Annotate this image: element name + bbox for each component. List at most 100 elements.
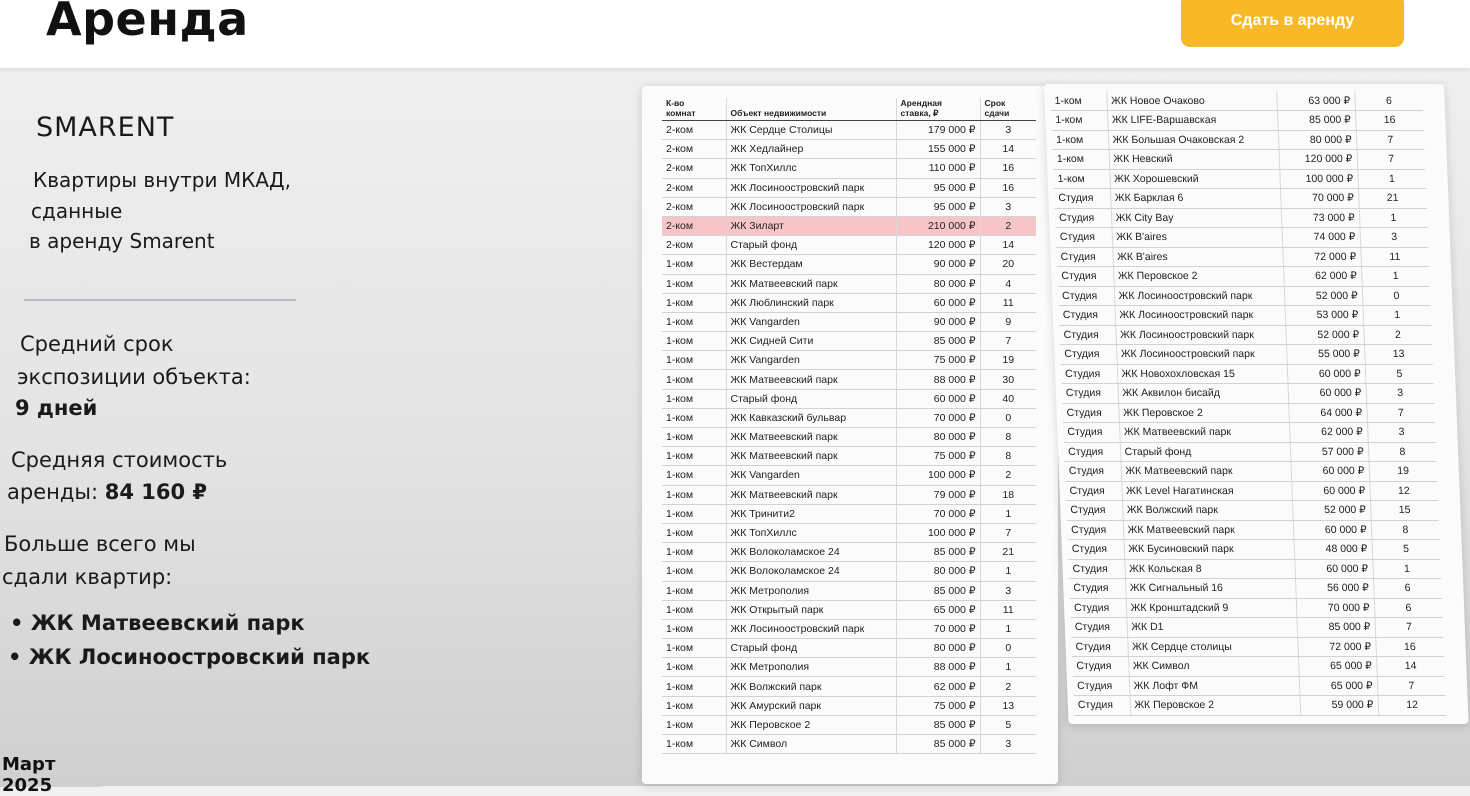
cell-rate: 60 000 ₽ [1286, 364, 1366, 384]
bullet-icon: • [10, 611, 24, 635]
top-complex-item: • ЖК Лосиноостровский парк [8, 645, 371, 669]
table-row: Студия ЖК Сердце столицы 72 000 ₽16 [1071, 637, 1444, 657]
cell-rate: 90 000 ₽ [895, 254, 980, 275]
cell-rooms: Студия [1064, 461, 1122, 481]
cell-rate: 60 000 ₽ [1292, 520, 1372, 540]
cell-rate: 60 000 ₽ [895, 389, 980, 409]
cell-term: 1 [979, 657, 1036, 678]
cell-rate: 85 000 ₽ [895, 542, 980, 563]
cell-term: 21 [979, 542, 1036, 563]
cell-term: 1 [979, 561, 1036, 582]
cell-rate: 56 000 ₽ [1294, 578, 1374, 598]
cell-rate: 70 000 ₽ [1280, 188, 1359, 208]
brand-name: SMARENT [36, 112, 175, 143]
table-header-row: К-во комнат Объект недвижимости Арендная с… [662, 98, 1036, 121]
cell-object: ЖК ТопХиллс [725, 523, 896, 544]
cell-rooms: 1-ком [662, 561, 726, 582]
table-row: 1-ком Старый фонд 80 000 ₽0 [662, 638, 1036, 659]
most-label-2: сдали квартир: [2, 565, 173, 589]
cell-term: 1 [979, 619, 1036, 640]
rent-out-button[interactable]: Сдать в аренду [1181, 0, 1404, 47]
cell-rate: 62 000 ₽ [1289, 422, 1368, 442]
cell-rooms: 2-ком [662, 216, 726, 237]
cell-object: ЖК Лосиноостровский парк [725, 619, 896, 640]
cell-object: ЖК Аквилон бисайд [1117, 383, 1289, 403]
cell-object: ЖК Хедлайнер [725, 139, 896, 160]
cell-rate: 79 000 ₽ [895, 485, 980, 505]
table-row: Студия ЖК City Bay 73 000 ₽1 [1054, 208, 1428, 228]
cell-term: 6 [1373, 598, 1443, 618]
table-row: Студия ЖК Лофт ФМ 65 000 ₽7 [1072, 676, 1446, 696]
cell-object: ЖК Сигнальный 16 [1124, 578, 1296, 598]
cell-rooms: Студия [1070, 617, 1128, 637]
cell-object: ЖК City Bay [1110, 208, 1282, 228]
cell-object: ЖК Бусиновский парк [1123, 539, 1295, 559]
cell-object: ЖК Метрополия [725, 657, 896, 678]
cell-rooms: Студия [1069, 598, 1127, 618]
cell-rooms: 2-ком [662, 197, 726, 217]
cell-term: 3 [1367, 422, 1436, 442]
cell-rooms: Студия [1059, 325, 1117, 345]
table-row: 1-ком ЖК Волоколамское 24 85 000 ₽21 [662, 542, 1036, 563]
table-row: 1-ком ЖК Матвеевский парк 80 000 ₽8 [662, 427, 1036, 448]
cell-rooms: Студия [1066, 500, 1123, 520]
table-row: 1-ком ЖК Амурский парк 75 000 ₽13 [662, 696, 1036, 716]
cell-term: 5 [979, 715, 1036, 736]
table-row: 1-ком ЖК Кавказский бульвар 70 000 ₽0 [662, 408, 1036, 429]
cell-rate: 63 000 ₽ [1276, 91, 1356, 111]
cell-term: 16 [979, 178, 1036, 198]
cell-rate: 70 000 ₽ [895, 619, 980, 640]
rental-table-sheet-1: К-во комнат Объект недвижимости Арендная с… [642, 86, 1058, 784]
cell-object: ЖК LIFE-Варшавская [1107, 110, 1278, 130]
cell-rooms: 2-ком [662, 178, 726, 198]
cell-object: ЖК Кольская 8 [1124, 559, 1295, 579]
cell-rooms: Студия [1072, 676, 1130, 696]
cell-rate: 57 000 ₽ [1289, 442, 1369, 462]
cell-rate: 60 000 ₽ [895, 293, 980, 313]
cell-object: ЖК Открытый парк [725, 600, 896, 620]
description-line-2: сданные [31, 199, 123, 223]
cell-rate: 60 000 ₽ [1294, 559, 1373, 579]
cell-object: ЖК Тринити2 [725, 504, 896, 524]
cell-object: ЖК Vangarden [725, 312, 896, 333]
table-row: 1-ком ЖК Новое Очаково 63 000 ₽6 [1050, 91, 1424, 111]
table-row: 1-ком ЖК Vangarden 100 000 ₽2 [662, 465, 1036, 486]
cell-rate: 100 000 ₽ [895, 465, 980, 486]
page-title: Аренда [46, 0, 249, 46]
cell-rooms: 1-ком [1051, 110, 1108, 130]
cell-rooms: 1-ком [662, 369, 726, 390]
cell-rate: 179 000 ₽ [895, 120, 980, 141]
cell-rooms: Студия [1071, 656, 1129, 676]
exposure-label-2: экспозиции объекта: [17, 365, 251, 389]
cell-rate: 80 000 ₽ [895, 638, 980, 659]
description-line-3: в аренду Smarent [29, 229, 215, 253]
cell-object: ЖК Метрополия [725, 581, 896, 601]
cell-object: ЖК Волжский парк [725, 676, 896, 697]
table-row: 1-ком ЖК Метрополия 85 000 ₽3 [662, 581, 1036, 601]
cell-term: 40 [979, 389, 1036, 409]
cell-rate: 210 000 ₽ [895, 216, 980, 237]
cell-rate: 100 000 ₽ [1279, 169, 1359, 189]
cell-object: ЖК Лосиноостровский парк [725, 178, 896, 198]
cell-rate: 70 000 ₽ [895, 504, 980, 524]
cell-rooms: 1-ком [662, 312, 726, 333]
table-row: 1-ком ЖК Сидней Сити 85 000 ₽7 [662, 331, 1036, 352]
cell-object: ЖК Лосиноостровский парк [1115, 325, 1287, 345]
cell-rooms: Студия [1063, 442, 1121, 462]
cell-object: ЖК Невский [1108, 149, 1280, 169]
cell-object: ЖК Vangarden [725, 350, 896, 371]
cell-object: ЖК Матвеевский парк [725, 485, 896, 505]
table-row: Студия ЖК Новохохловская 15 60 000 ₽5 [1060, 364, 1434, 384]
cell-term: 6 [1354, 91, 1424, 111]
cell-object: ЖК Матвеевский парк [1119, 422, 1290, 442]
header: Аренда Сдать в аренду [0, 0, 1470, 68]
cell-rate: 65 000 ₽ [1297, 656, 1377, 676]
table-row: 1-ком ЖК Невский 120 000 ₽7 [1052, 149, 1426, 169]
cell-object: ЖК Волжский парк [1122, 500, 1293, 520]
cell-term: 16 [1355, 110, 1424, 130]
table-row: Студия ЖК Матвеевский парк 62 000 ₽3 [1063, 422, 1436, 442]
cell-rooms: 1-ком [662, 254, 726, 275]
table-row: 1-ком ЖК Вестердам 90 000 ₽20 [662, 254, 1036, 275]
cell-term: 14 [979, 235, 1036, 256]
cell-object: ЖК Волоколамское 24 [725, 542, 896, 563]
